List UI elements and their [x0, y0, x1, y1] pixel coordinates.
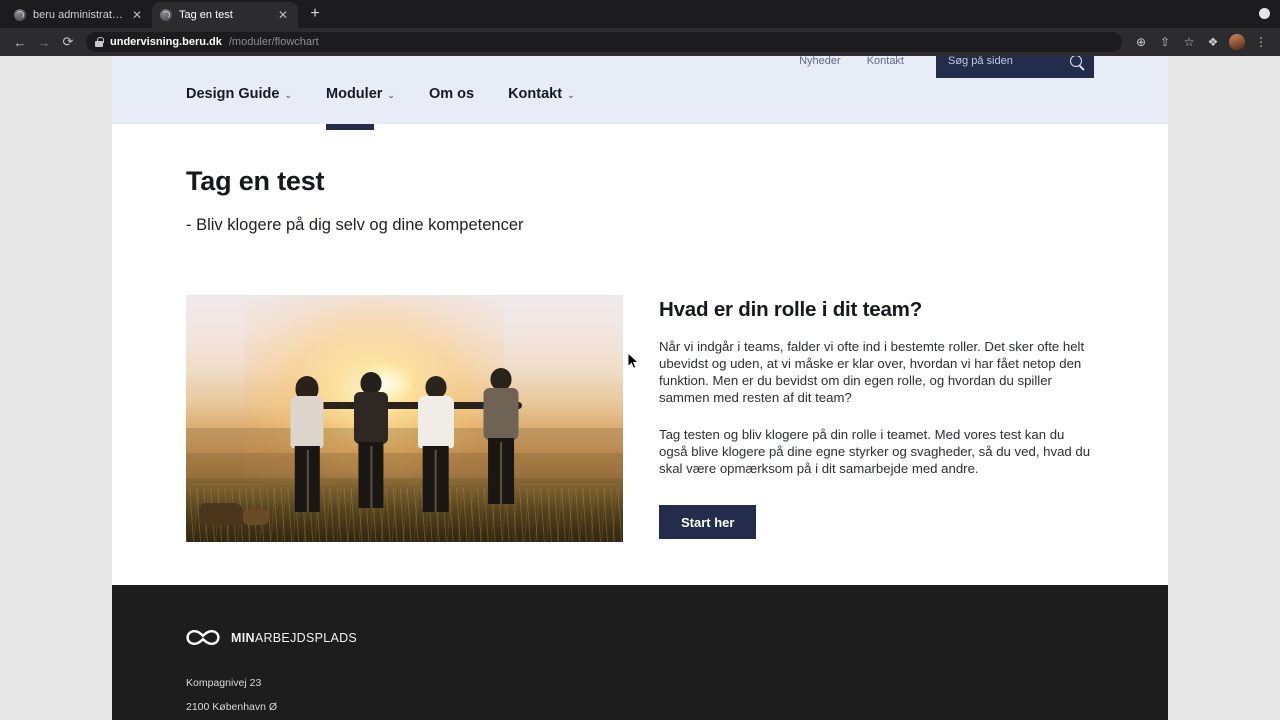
nav-item-moduler[interactable]: Moduler ⌄	[326, 86, 395, 130]
browser-tab-tag-en-test[interactable]: Tag en test ✕	[152, 2, 298, 28]
avatar	[1229, 34, 1245, 50]
chevron-down-icon: ⌄	[567, 90, 575, 100]
tab-title: Tag en test	[179, 9, 233, 21]
main-navigation: Design Guide ⌄ Moduler ⌄ Om os Kontakt ⌄	[186, 86, 575, 130]
new-tab-button[interactable]: +	[302, 1, 328, 27]
nav-item-label: Kontakt	[508, 86, 563, 102]
footer-logo-text: MINARBEJDSPLADS	[231, 631, 357, 645]
nav-item-kontakt[interactable]: Kontakt ⌄	[508, 86, 575, 130]
nav-item-om-os[interactable]: Om os	[429, 86, 474, 130]
reload-icon[interactable]: ⟳	[56, 30, 80, 54]
address-bar[interactable]: undervisning.beru.dk/moduler/flowchart	[86, 32, 1122, 52]
page-viewport: Nyheder Kontakt Søg på siden Design Guid…	[0, 56, 1280, 720]
nav-item-label: Om os	[428, 86, 475, 102]
person-silhouette	[417, 375, 454, 515]
profile-avatar[interactable]	[1226, 31, 1248, 53]
tab-title: beru administration	[33, 9, 123, 21]
url-host: undervisning.beru.dk	[110, 36, 222, 48]
utility-nav-item-kontakt[interactable]: Kontakt	[867, 56, 904, 67]
tab-favicon-icon	[160, 9, 172, 21]
main-content: Tag en test - Bliv klogere på dig selv o…	[112, 124, 1168, 542]
browser-window: beru administration ✕ Tag en test ✕ + ← …	[0, 0, 1280, 720]
section-heading: Hvad er din rolle i dit team?	[659, 298, 923, 321]
forward-icon[interactable]: →	[32, 30, 56, 54]
back-icon[interactable]: ←	[8, 30, 32, 54]
hero-section: Hvad er din rolle i dit team? Når vi ind…	[186, 295, 1094, 542]
body-paragraph-1: Når vi indgår i teams, falder vi ofte in…	[659, 339, 1085, 405]
site-footer: MINARBEJDSPLADS Kompagnivej 23 2100 Købe…	[112, 585, 1168, 720]
extensions-puzzle-icon[interactable]: ❖	[1202, 31, 1224, 53]
browser-tab-beru-administration[interactable]: beru administration ✕	[6, 2, 152, 28]
tab-close-icon[interactable]: ✕	[276, 8, 290, 22]
nav-item-design-guide[interactable]: Design Guide ⌄	[186, 86, 292, 130]
mountain-ridge-decoration	[186, 428, 623, 454]
person-silhouette	[354, 371, 389, 515]
infinity-logo-icon	[186, 629, 220, 646]
lock-icon	[95, 37, 104, 47]
hero-image	[186, 295, 623, 542]
site-search-input[interactable]: Søg på siden	[936, 56, 1094, 78]
nav-item-label: Moduler	[326, 86, 383, 102]
chevron-down-icon: ⌄	[387, 90, 395, 100]
bookmark-star-icon[interactable]: ☆	[1178, 31, 1200, 53]
page-title: Tag en test	[186, 166, 325, 196]
share-icon[interactable]: ⇧	[1154, 31, 1176, 53]
tab-favicon-icon	[14, 9, 26, 21]
toolbar-icons: ⊕ ⇧ ☆ ❖ ⋮	[1130, 31, 1272, 53]
backpack-decoration	[242, 508, 269, 525]
tab-close-icon[interactable]: ✕	[130, 8, 144, 22]
body-paragraph-2: Tag testen og bliv klogere på din rolle …	[659, 427, 1091, 476]
zoom-icon[interactable]: ⊕	[1130, 31, 1152, 53]
browser-tab-strip: beru administration ✕ Tag en test ✕ +	[0, 0, 1280, 28]
utility-nav: Nyheder Kontakt Søg på siden	[799, 56, 1094, 78]
utility-nav-item-nyheder[interactable]: Nyheder	[799, 56, 841, 67]
start-test-button[interactable]: Start her	[659, 505, 757, 539]
browser-menu-icon[interactable]: ⋮	[1250, 31, 1272, 53]
browser-toolbar: ← → ⟳ undervisning.beru.dk/moduler/flowc…	[0, 28, 1280, 56]
url-path: /moduler/flowchart	[228, 36, 319, 48]
backpack-decoration	[199, 502, 244, 525]
footer-address-line-1: Kompagnivej 23	[186, 677, 262, 689]
site-search-placeholder: Søg på siden	[948, 56, 1013, 67]
search-icon[interactable]	[1070, 56, 1082, 67]
person-silhouette	[483, 367, 519, 515]
page-container: Nyheder Kontakt Søg på siden Design Guid…	[112, 56, 1168, 720]
page-subtitle: - Bliv klogere på dig selv og dine kompe…	[186, 216, 524, 234]
chevron-down-icon: ⌄	[284, 90, 293, 100]
logo-text-rest: ARBEJDSPLADS	[254, 630, 358, 645]
footer-address-line-2: 2100 København Ø	[186, 701, 278, 713]
footer-logo[interactable]: MINARBEJDSPLADS	[186, 629, 1094, 646]
nav-item-label: Design Guide	[186, 86, 280, 102]
person-silhouette	[290, 375, 324, 515]
hero-text-column: Hvad er din rolle i dit team? Når vi ind…	[659, 295, 1094, 539]
site-header: Nyheder Kontakt Søg på siden Design Guid…	[112, 56, 1168, 130]
window-control-icon[interactable]	[1259, 8, 1270, 19]
logo-text-bold: MIN	[231, 630, 255, 645]
